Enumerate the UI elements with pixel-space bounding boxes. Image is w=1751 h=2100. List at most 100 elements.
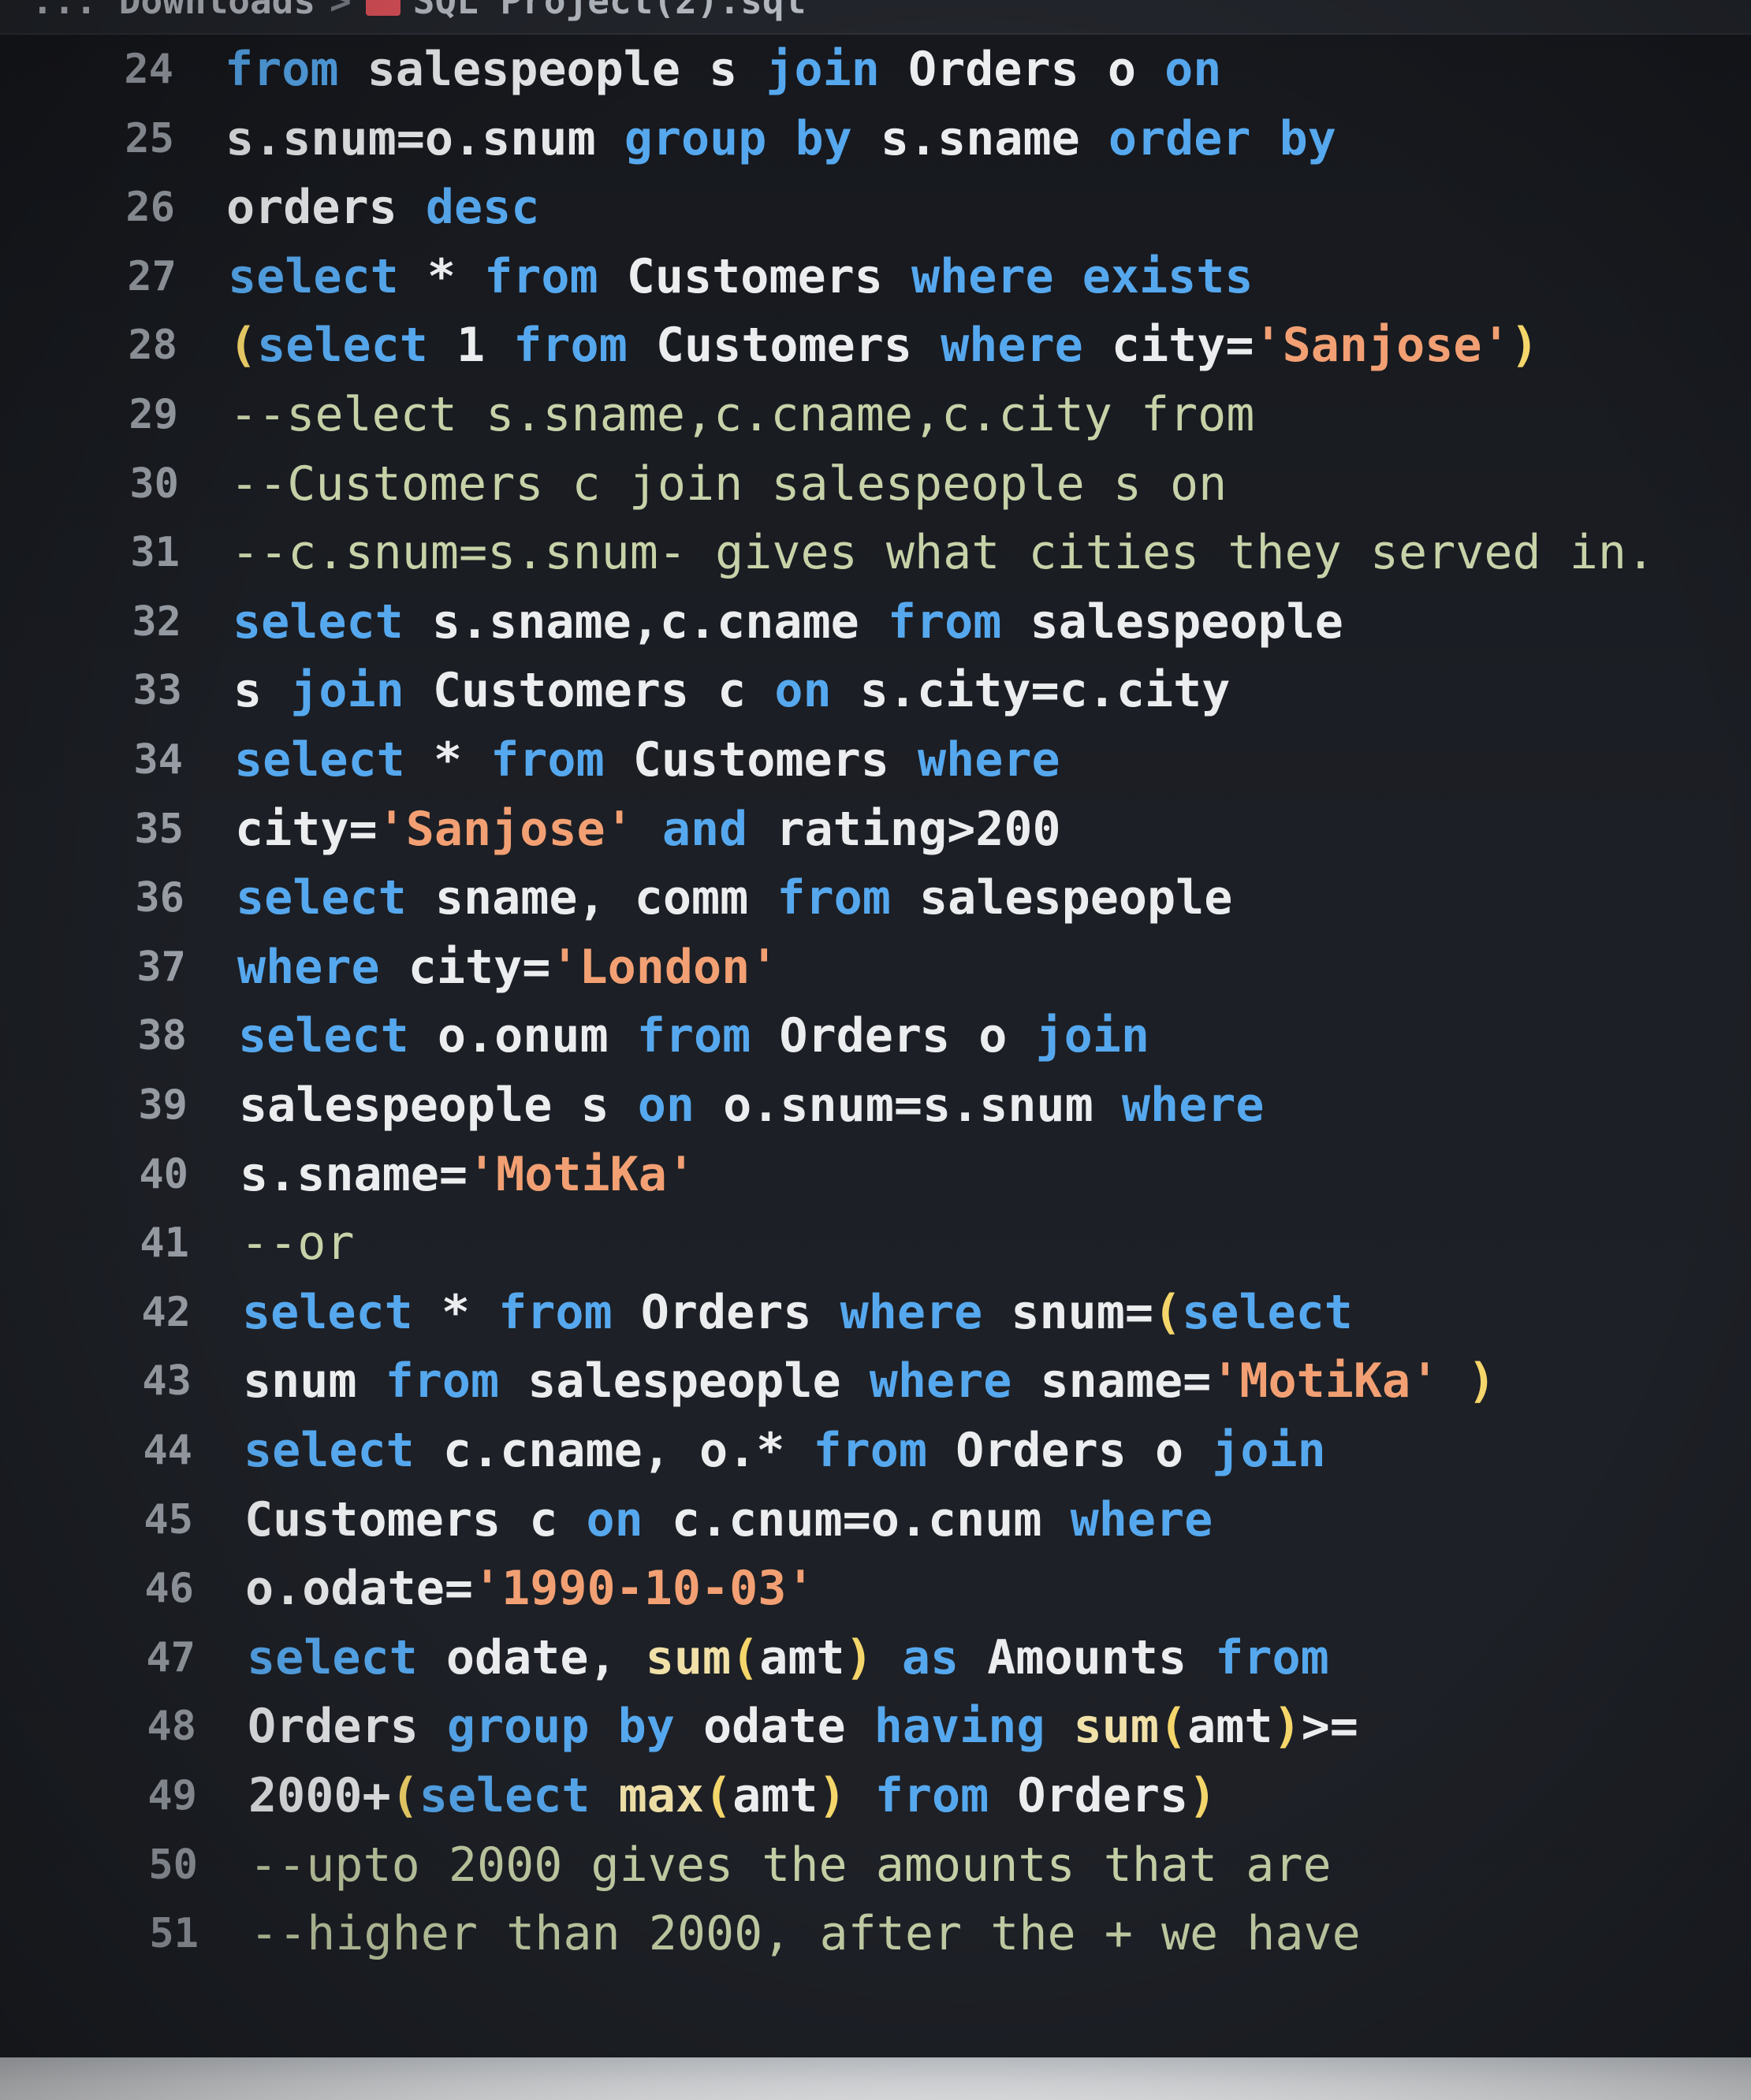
- identifier-token: Orders: [248, 1699, 447, 1755]
- identifier-token: s.city=c.city: [831, 663, 1231, 719]
- keyword-token: select: [236, 870, 407, 926]
- identifier-token: Customers c: [404, 663, 775, 719]
- code-text: select sname, comm from salespeople: [236, 863, 1232, 933]
- breadcrumb-parent[interactable]: ... Downloads: [32, 0, 315, 22]
- code-text: select * from Customers where exists: [228, 242, 1253, 311]
- identifier-token: Customers: [627, 318, 941, 374]
- identifier-token: Orders o: [879, 42, 1165, 97]
- keyword-token: and: [661, 801, 748, 857]
- code-line[interactable]: 43 snum from salespeople where sname='Mot…: [0, 1346, 1751, 1416]
- line-number: 32: [132, 598, 181, 646]
- paren-token: ): [1272, 1699, 1302, 1755]
- keyword-token: select: [233, 594, 404, 650]
- code-line[interactable]: 44 select c.cname, o.* from Orders o join: [0, 1416, 1751, 1485]
- string-token: '1990-10-03': [472, 1561, 815, 1617]
- code-line[interactable]: 45 Customers c on c.cnum=o.cnum where: [0, 1485, 1751, 1555]
- code-line[interactable]: 46 o.odate='1990-10-03': [0, 1554, 1751, 1623]
- identifier-token: amt: [1187, 1699, 1273, 1755]
- keyword-token: select: [419, 1768, 590, 1823]
- code-line[interactable]: 50 --upto 2000 gives the amounts that are: [0, 1830, 1751, 1900]
- keyword-token: where: [840, 1284, 983, 1340]
- keyword-token: join: [290, 663, 404, 719]
- line-number: 40: [139, 1150, 188, 1198]
- code-text: orders desc: [226, 173, 539, 242]
- keyword-token: where exists: [911, 248, 1254, 304]
- identifier-token: sname, comm: [406, 870, 777, 926]
- comment-token: --higher than 2000, after the + we have: [250, 1906, 1361, 1962]
- code-text: s.snum=o.snum group by s.sname order by: [225, 104, 1336, 173]
- code-line[interactable]: 33 s join Customers c on s.city=c.city: [0, 656, 1751, 725]
- code-line[interactable]: 39 salespeople s on o.snum=s.snum where: [0, 1070, 1751, 1140]
- identifier-token: o.onum: [408, 1008, 637, 1064]
- identifier-token: c.cname, o.*: [414, 1423, 814, 1478]
- paren-token: (: [229, 318, 258, 374]
- keyword-token: where: [1121, 1078, 1265, 1133]
- keyword-token: from: [513, 318, 628, 374]
- keyword-token: as: [901, 1629, 959, 1685]
- code-line[interactable]: 37 where city='London': [0, 933, 1751, 1002]
- code-line[interactable]: 42 select * from Orders where snum=(selec…: [0, 1278, 1751, 1347]
- chevron-right-icon: >: [330, 0, 352, 22]
- identifier-token: Customers c: [244, 1491, 587, 1547]
- code-line[interactable]: 34 select * from Customers where: [0, 725, 1751, 795]
- identifier-token: amt: [759, 1629, 845, 1685]
- code-line[interactable]: 27 select * from Customers where exists: [0, 242, 1751, 311]
- keyword-token: from: [385, 1353, 500, 1409]
- keyword-token: from: [490, 732, 605, 788]
- identifier-token: rating>200: [747, 801, 1061, 857]
- breadcrumb-file[interactable]: SQL Project(2).sql: [413, 0, 807, 22]
- line-number: 28: [128, 322, 177, 370]
- identifier-token: salespeople: [499, 1353, 870, 1409]
- code-text: city='Sanjose' and rating>200: [235, 795, 1061, 864]
- identifier-token: [1439, 1353, 1467, 1409]
- keyword-token: select: [257, 318, 428, 374]
- code-line[interactable]: 48 Orders group by odate having sum(amt)>…: [0, 1692, 1751, 1761]
- line-number: 26: [125, 184, 175, 232]
- code-line[interactable]: 40 s.sname='MotiKa': [0, 1140, 1751, 1209]
- keyword-token: from: [777, 870, 891, 926]
- code-line[interactable]: 26 orders desc: [0, 173, 1751, 242]
- code-line[interactable]: 24 from salespeople s join Orders o on: [0, 35, 1751, 104]
- line-number: 41: [140, 1219, 189, 1268]
- code-line[interactable]: 32 select s.sname,c.cname from salespeopl…: [0, 587, 1751, 657]
- identifier-token: s: [233, 663, 291, 719]
- identifier-token: Orders o: [751, 1008, 1036, 1064]
- identifier-token: Customers: [598, 248, 911, 304]
- code-text: --upto 2000 gives the amounts that are: [249, 1830, 1332, 1900]
- code-line[interactable]: 31 --c.snum=s.snum- gives what cities the…: [0, 518, 1751, 587]
- code-line[interactable]: 49 2000+(select max(amt) from Orders): [0, 1761, 1751, 1830]
- keyword-token: where: [917, 732, 1060, 788]
- code-line[interactable]: 25 s.snum=o.snum group by s.sname order b…: [0, 104, 1751, 173]
- line-number: 46: [144, 1565, 194, 1613]
- line-number: 51: [149, 1910, 199, 1958]
- keyword-token: join: [1035, 1008, 1149, 1064]
- code-line[interactable]: 41 --or: [0, 1208, 1751, 1278]
- keyword-token: on: [774, 663, 832, 719]
- identifier-token: [847, 1768, 875, 1823]
- code-text: select c.cname, o.* from Orders o join: [244, 1416, 1326, 1485]
- code-line[interactable]: 51 --higher than 2000, after the + we hav…: [0, 1899, 1751, 1968]
- identifier-token: 2000+: [248, 1768, 391, 1823]
- line-number: 37: [136, 943, 186, 991]
- line-number: 39: [138, 1082, 188, 1129]
- code-line[interactable]: 30 --Customers c join salespeople s on: [0, 449, 1751, 519]
- line-number: 29: [129, 391, 178, 438]
- keyword-token: group by: [446, 1699, 675, 1755]
- identifier-token: s.sname=: [240, 1146, 468, 1202]
- code-line[interactable]: 28 (select 1 from Customers where city='S…: [0, 311, 1751, 380]
- paren-token: (: [704, 1768, 733, 1823]
- code-line[interactable]: 29 --select s.sname,c.cname,c.city from: [0, 380, 1751, 449]
- identifier-token: s.snum=o.snum: [225, 110, 624, 166]
- paren-token: ): [1510, 318, 1539, 374]
- identifier-token: Orders: [612, 1284, 840, 1340]
- line-number: 47: [146, 1633, 196, 1681]
- identifier-token: c.cnum=o.cnum: [643, 1491, 1071, 1547]
- code-line[interactable]: 36 select sname, comm from salespeople: [0, 863, 1751, 933]
- code-line[interactable]: 38 select o.onum from Orders o join: [0, 1001, 1751, 1070]
- identifier-token: city=: [1082, 318, 1254, 374]
- keyword-token: from: [498, 1284, 613, 1340]
- code-editor[interactable]: 24 from salespeople s join Orders o on 25 s…: [0, 35, 1751, 2053]
- code-line[interactable]: 35 city='Sanjose' and rating>200: [0, 795, 1751, 864]
- keyword-token: where: [941, 318, 1083, 374]
- code-line[interactable]: 47 select odate, sum(amt) as Amounts from: [0, 1623, 1751, 1692]
